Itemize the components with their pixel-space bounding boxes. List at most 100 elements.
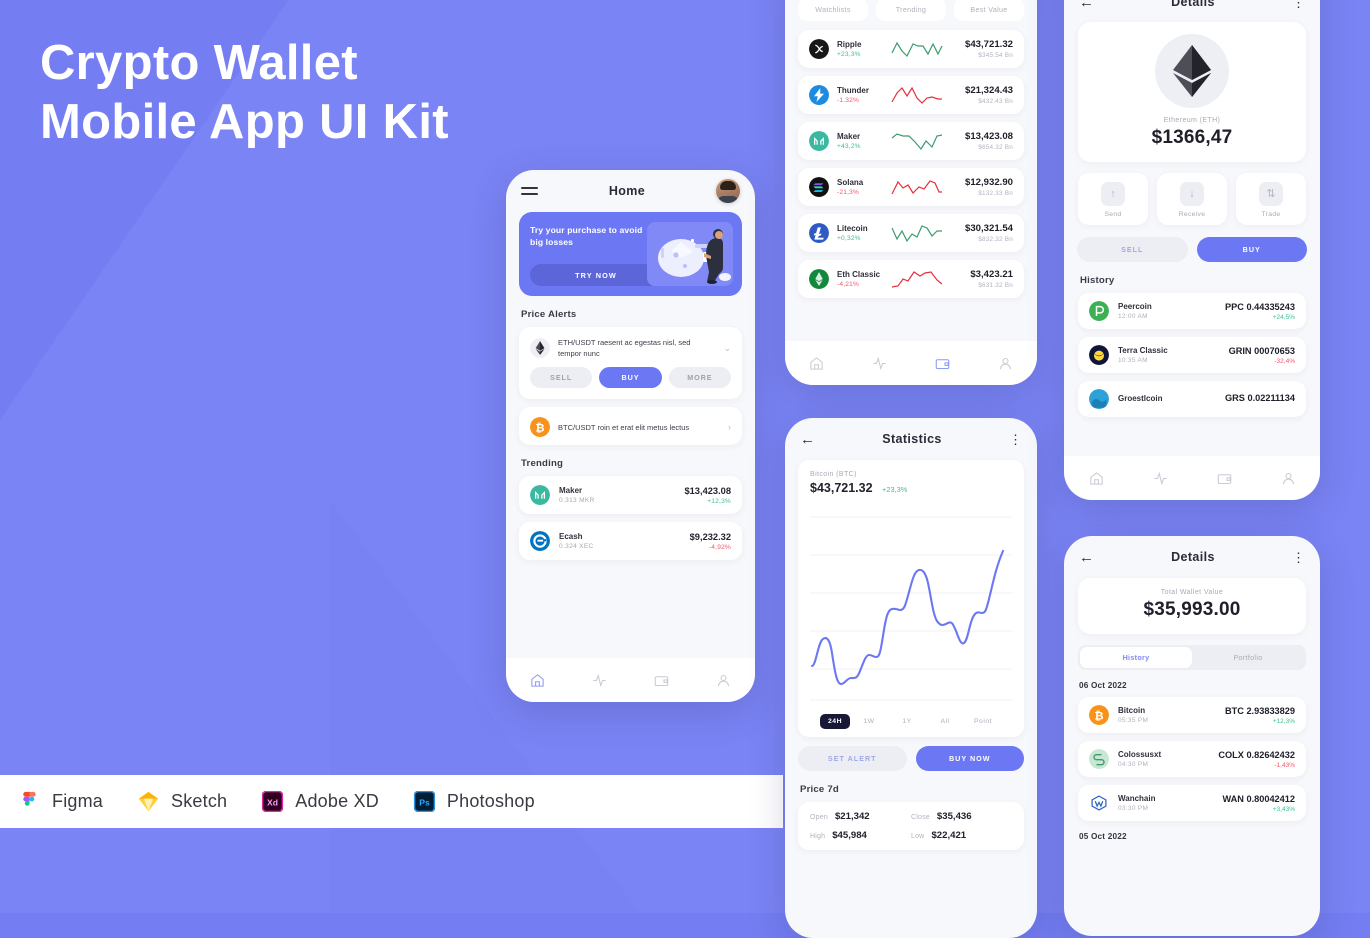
chevron-down-icon[interactable]: ⌄ [723, 343, 731, 354]
alert-row: ETH/USDT raesent ac egestas nisl, sed te… [519, 327, 742, 367]
range-24h[interactable]: 24H [820, 714, 850, 729]
nav-home-icon[interactable] [785, 356, 848, 371]
coin-name: Ethereum (ETH) [1163, 117, 1221, 124]
more-options-icon[interactable]: ⋮ [1292, 0, 1305, 9]
receive-action[interactable]: ↓ Receive [1157, 173, 1227, 225]
sparkline-up [891, 133, 943, 151]
ohlc-high: High $45,984 [810, 830, 911, 841]
nav-home-icon[interactable] [1064, 471, 1128, 486]
buy-button[interactable]: BUY [599, 367, 662, 388]
amount: GRIN 00070653 [1228, 345, 1295, 356]
more-button[interactable]: MORE [668, 367, 731, 388]
market-cap: $132.33 Bn [978, 190, 1013, 197]
range-1y[interactable]: 1Y [888, 718, 926, 725]
timestamp: 03:30 PM [1118, 805, 1149, 812]
back-icon[interactable]: ← [1079, 0, 1094, 10]
user-avatar[interactable] [716, 179, 740, 203]
market-row-solana[interactable]: Solana -21,3% $12,932.90 $132.33 Bn [798, 168, 1024, 206]
send-action[interactable]: ↑ Send [1078, 173, 1148, 225]
hamburger-icon[interactable] [521, 183, 538, 198]
wallet-row-colossusxt[interactable]: Colossusxt 04:30 PM COLX 0.82642432 -1,4… [1078, 741, 1306, 777]
nav-activity-icon[interactable] [568, 673, 630, 688]
market-cap: $432.43 Bn [978, 98, 1013, 105]
coin-price: $3,423.21 [970, 269, 1013, 280]
range-all[interactable]: All [926, 718, 964, 725]
buy-button[interactable]: BUY [1196, 237, 1307, 262]
ripple-icon [809, 39, 829, 59]
range-1w[interactable]: 1W [850, 718, 888, 725]
coin-name: Groestlcoin [1118, 393, 1163, 403]
history-row-terra-classic[interactable]: Terra Classic 10:35 AM GRIN 00070653 -32… [1078, 337, 1306, 373]
back-icon[interactable]: ← [800, 432, 815, 447]
market-row-ripple[interactable]: Ripple +23,3% $43,721.32 $345.54 Bn [798, 30, 1024, 68]
wallet-row-bitcoin[interactable]: ₿ Bitcoin 05:35 PM BTC 2.93833829 +12,3% [1078, 697, 1306, 733]
tool-photoshop[interactable]: Ps Photoshop [413, 790, 535, 813]
ohlc-key: High [810, 833, 826, 840]
coin-actions: ↑ Send ↓ Receive ⇅ Trade [1064, 173, 1320, 225]
market-cap: $654.32 Bn [978, 144, 1013, 151]
nav-wallet-icon[interactable] [631, 673, 693, 688]
change: +24,5% [1272, 313, 1295, 321]
change: -1,43% [1274, 761, 1295, 769]
nav-profile-icon[interactable] [974, 356, 1037, 371]
nav-wallet-icon[interactable] [911, 356, 974, 371]
timestamp: 12:00 AM [1118, 313, 1148, 320]
tab-best-value[interactable]: Best Value [954, 0, 1024, 21]
tab-portfolio[interactable]: Portfolio [1192, 647, 1304, 668]
tab-trending[interactable]: Trending [876, 0, 946, 21]
coin-name: Thunder [837, 86, 869, 95]
more-options-icon[interactable]: ⋮ [1009, 433, 1022, 446]
list-item: Ecash 0.324 XEC $9,232.32 -4,92% [519, 522, 742, 560]
market-row-litecoin[interactable]: Litecoin +0,32% $30,321.54 $832.32 Bn [798, 214, 1024, 252]
photoshop-icon: Ps [413, 790, 435, 813]
statistics-actions: SET ALERT BUY NOW [785, 746, 1037, 771]
tool-adobe-xd[interactable]: Xd Adobe XD [261, 790, 379, 813]
nav-activity-icon[interactable] [848, 356, 911, 371]
set-alert-button[interactable]: SET ALERT [798, 746, 907, 771]
chevron-right-icon[interactable]: › [728, 422, 731, 432]
back-icon[interactable]: ← [1079, 550, 1094, 565]
range-point[interactable]: Point [964, 718, 1002, 725]
ohlc-close: Close $35,436 [911, 811, 1012, 822]
nav-home-icon[interactable] [506, 673, 568, 688]
trending-item-ecash[interactable]: Ecash 0.324 XEC $9,232.32 -4,92% [519, 522, 742, 560]
wallet-row-wanchain[interactable]: Wanchain 03:30 PM WAN 0.80042412 +3,43% [1078, 785, 1306, 821]
alert-buttons: SELL BUY MORE [519, 367, 742, 399]
tab-history[interactable]: History [1080, 647, 1192, 668]
market-row-eth-classic[interactable]: Eth Classic -4,21% $3,423.21 $631.32 Bn [798, 260, 1024, 298]
price-alert-card-eth[interactable]: ETH/USDT raesent ac egestas nisl, sed te… [519, 327, 742, 399]
tool-sketch[interactable]: Sketch [137, 790, 227, 813]
nav-profile-icon[interactable] [1256, 471, 1320, 486]
alert-pair-text: ETH/USDT raesent ac egestas nisl, sed te… [558, 338, 691, 358]
chart-change: +23,3% [882, 485, 908, 494]
price-alert-card-btc[interactable]: ₿ BTC/USDT roin et erat elit metus lectu… [519, 407, 742, 445]
trade-action[interactable]: ⇅ Trade [1236, 173, 1306, 225]
more-options-icon[interactable]: ⋮ [1292, 551, 1305, 564]
trending-item-maker[interactable]: Maker 0.313 MKR $13,423.08 +12,3% [519, 476, 742, 514]
ethereum-icon [530, 338, 550, 358]
list-fade [1064, 434, 1320, 456]
sell-button[interactable]: SELL [530, 367, 593, 388]
coin-name: Ecash [559, 532, 583, 541]
maker-icon [809, 131, 829, 151]
history-row-groestlcoin[interactable]: Groestlcoin GRS 0.02211134 [1078, 381, 1306, 417]
history-row-peercoin[interactable]: Peercoin 12:00 AM PPC 0.44335243 +24,5% [1078, 293, 1306, 329]
try-now-button[interactable]: TRY NOW [530, 264, 662, 286]
sell-button[interactable]: SELL [1077, 237, 1188, 262]
phone-notch [582, 170, 679, 184]
nav-profile-icon[interactable] [693, 673, 755, 688]
nav-activity-icon[interactable] [1128, 471, 1192, 486]
buy-now-button[interactable]: BUY NOW [915, 746, 1024, 771]
date-group-label: 05 Oct 2022 [1079, 832, 1127, 841]
promo-banner[interactable]: Try your purchase to avoid big losses TR… [519, 212, 742, 296]
ohlc-row-1: Open $21,342 Close $35,436 [798, 802, 1024, 826]
tool-figma[interactable]: Figma [18, 790, 103, 813]
coin-name: Maker [559, 486, 583, 495]
market-row-thunder[interactable]: Thunder -1.32% $21,324.43 $432.43 Bn [798, 76, 1024, 114]
amount: GRS 0.02211134 [1225, 393, 1295, 403]
timestamp: 04:30 PM [1118, 761, 1149, 768]
tab-watchlists[interactable]: Watchlists [798, 0, 868, 21]
nav-wallet-icon[interactable] [1192, 471, 1256, 486]
market-row-maker[interactable]: Maker +43,2% $13,423.08 $654.32 Bn [798, 122, 1024, 160]
change: -32,4% [1274, 357, 1295, 365]
